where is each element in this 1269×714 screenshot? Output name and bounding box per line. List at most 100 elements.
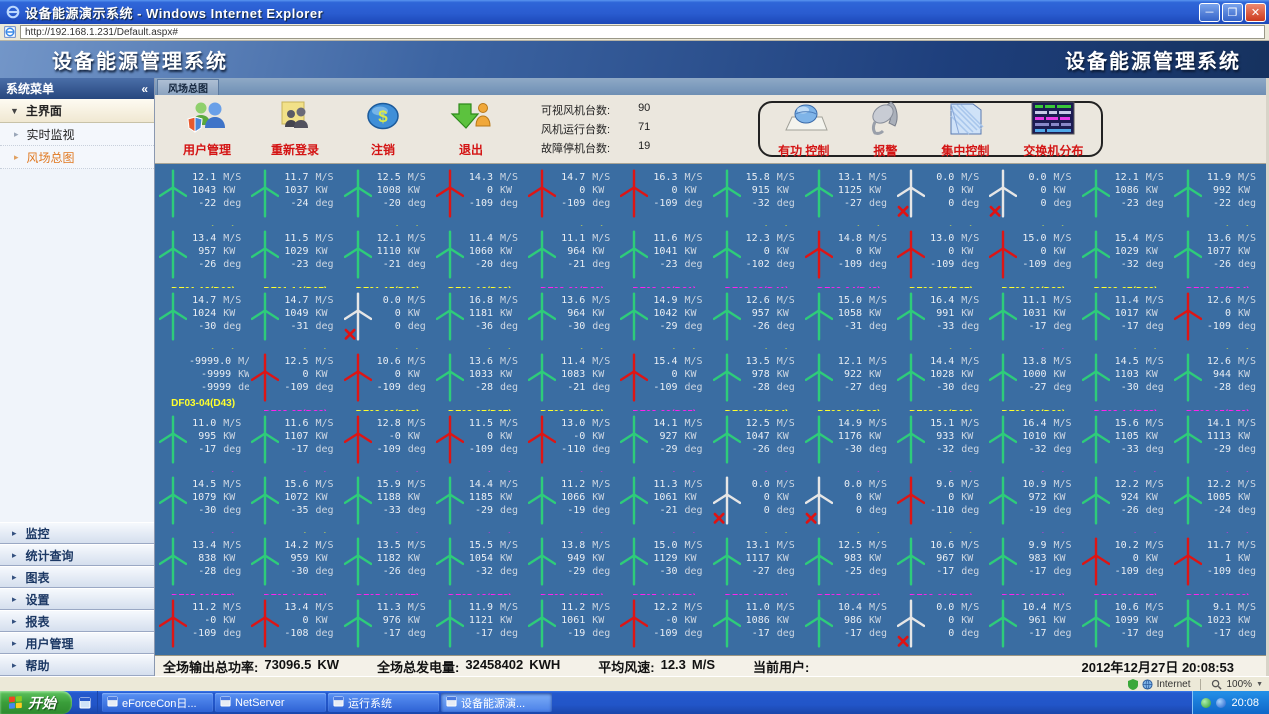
turbine-cell[interactable]: 0.0M/S0KW0degDF02-11(D26) <box>342 288 434 349</box>
turbine-cell[interactable]: 14.3 M/S 0 KW -109 deg <box>434 165 526 226</box>
turbine-cell[interactable]: 13.0M/S-0KW-110degDF04-05(D48) <box>526 411 618 472</box>
sidebar-section-用户管理[interactable]: ▸ 用户管理 <box>0 632 154 654</box>
turbine-cell[interactable]: 12.8M/S-0KW-109degDF04-03(D44) <box>342 411 434 472</box>
toolbar-button-用户管理[interactable]: 用户管理 <box>163 100 251 158</box>
turbine-cell[interactable]: 0.0M/S0KW0degDF05-03(D64) <box>711 472 803 533</box>
turbine-cell[interactable]: 0.0M/S0KW0degDF01-09(D10) <box>895 165 987 226</box>
turbine-cell[interactable]: 11.4M/S1083KW-21degDF03-08(D36) <box>526 349 618 411</box>
turbine-cell[interactable]: 13.0M/S0KW-109degDF02-05(D27) <box>895 226 987 288</box>
turbine-cell[interactable]: 14.7M/S0KW-109degDF01-05(D17) <box>526 165 618 226</box>
turbine-cell[interactable]: 13.1M/S1125KW-27degDF01-08(D14) <box>803 165 895 226</box>
turbine-cell[interactable]: 14.1M/S1113KW-29degDF04-12(D61) <box>1172 411 1264 472</box>
turbine-cell[interactable]: -9999.0 M/S -9999 KW -9999 degDF03-04(D43) <box>157 349 249 410</box>
turbine-cell[interactable]: 15.0M/S1129KW-30degDF05-14(D80) <box>618 533 710 595</box>
turbine-cell[interactable]: 12.2M/S-0KW-109degDF06-10(D92) <box>618 595 710 655</box>
minimize-button[interactable]: － <box>1199 2 1220 22</box>
zoom-dropdown-icon[interactable]: ▼ <box>1256 681 1263 688</box>
turbine-cell[interactable]: 14.9M/S1042KW-29degDF02-14(D04) <box>618 288 710 349</box>
taskbar-button-运行系统[interactable]: 运行系统 <box>328 693 439 712</box>
tray-network-icon[interactable] <box>1201 697 1212 708</box>
quick-launch-icon[interactable] <box>79 697 91 709</box>
turbine-cell[interactable]: 13.6M/S1077KW-26degDF02-08(D24) <box>1172 226 1264 288</box>
taskbar-button-NetServer[interactable]: NetServer <box>215 693 326 712</box>
turbine-cell[interactable]: 10.4M/S961KW-17degDF06-14(D96) <box>987 595 1079 655</box>
turbine-cell[interactable]: 12.5M/S1008KW-20degDF01-03(D19) <box>342 165 434 226</box>
turbine-cell[interactable]: 9.6M/S0KW-110degDF05-05(D62) <box>895 472 987 533</box>
turbine-cell[interactable]: 15.6M/S1105KW-33degDF04-11(D54) <box>1080 411 1172 472</box>
turbine-cell[interactable]: 14.7M/S1049KW-31degDF02-10(D22) <box>249 288 341 349</box>
turbine-cell[interactable]: 11.0M/S995KW-17degDF04-01(D45) <box>157 411 249 472</box>
turbine-cell[interactable]: 13.4M/S838KW-28degDF05-09(D75) <box>157 533 249 595</box>
turbine-cell[interactable]: 11.9M/S992KW-22degDF01-12(D13) <box>1172 165 1264 226</box>
turbine-cell[interactable]: 14.1M/S927KW-29degDF04-06(D49) <box>618 411 710 472</box>
sidebar-section-图表[interactable]: ▸ 图表 <box>0 566 154 588</box>
turbine-cell[interactable]: 11.3M/S1061KW-21degDF05-02(D65) <box>618 472 710 533</box>
turbine-cell[interactable]: 0.0M/S0KW0degDF01-10(D11) <box>987 165 1079 226</box>
start-button[interactable]: 开始 <box>0 691 72 714</box>
toolbar-button-注销[interactable]: $ 注销 <box>339 100 427 158</box>
turbine-cell[interactable]: 12.5M/S1047KW-26degDF04-07(D50) <box>711 411 803 472</box>
turbine-cell[interactable]: 11.0M/S1086KW-17degDF06-11(D93) <box>711 595 803 655</box>
url-field[interactable]: http://192.168.1.231/Default.aspx# <box>20 25 1265 39</box>
turbine-cell[interactable]: 10.6M/S967KW-17degDF06-01(D83) <box>895 533 987 595</box>
turbine-cell[interactable]: 0.0M/S0KW0degDF06-13(D95) <box>895 595 987 655</box>
turbine-cell[interactable]: 13.8M/S949KW-29degDF05-13(D79) <box>526 533 618 595</box>
turbine-cell[interactable]: 15.5M/S1054KW-32degDF05-12(D78) <box>434 533 526 595</box>
turbine-cell[interactable]: 12.2M/S924KW-26degDF05-07(D68) <box>1080 472 1172 533</box>
sidebar-item-实时监视[interactable]: ▸ 实时监视 <box>0 123 154 146</box>
turbine-cell[interactable]: 13.5M/S1182KW-26degDF05-11(D77) <box>342 533 434 595</box>
turbine-cell[interactable]: 11.1M/S1031KW-17degDF03-01(D57) <box>987 288 1079 349</box>
control-button-有功 控制[interactable]: 有功 控制 <box>778 100 829 159</box>
tray-status-icon[interactable] <box>1216 697 1227 708</box>
turbine-cell[interactable]: 11.4M/S1060KW-20degDF01-16(D09) <box>434 226 526 288</box>
turbine-cell[interactable]: 12.1M/S1110KW-21degDF01-15(D08) <box>342 226 434 288</box>
toolbar-button-退出[interactable]: 退出 <box>427 100 515 158</box>
turbine-cell[interactable]: 15.9M/S1188KW-33degDF04-15(D73) <box>342 472 434 533</box>
turbine-cell[interactable]: 12.1 M/S 1086 KW -23 deg <box>1080 165 1172 226</box>
turbine-cell[interactable]: 13.4M/S957KW-26degDF01-13(D06) <box>157 226 249 288</box>
sidebar-section-设置[interactable]: ▸ 设置 <box>0 588 154 610</box>
turbine-cell[interactable]: 10.6M/S1099KW-17degDF06-15(D97) <box>1080 595 1172 655</box>
turbine-cell[interactable]: 11.2M/S1066KW-19degDF05-01(D66) <box>526 472 618 533</box>
turbine-cell[interactable]: 12.6M/S0KW-109degDF03-03(D55) <box>1172 288 1264 349</box>
turbine-cell[interactable]: 11.9M/S1121KW-17degDF06-08(D90) <box>434 595 526 655</box>
turbine-cell[interactable]: 12.3M/S0KW-102degDF02-03(D41) <box>711 226 803 288</box>
turbine-cell[interactable]: 11.5M/S0KW-109degDF04-04(D47) <box>434 411 526 472</box>
turbine-cell[interactable]: 16.4M/S1010KW-32degDF04-10(D53) <box>987 411 1079 472</box>
turbine-cell[interactable]: 12.6M/S957KW-26degDF02-15(D03) <box>711 288 803 349</box>
turbine-cell[interactable]: 16.3 M/S 0 KW -109 deg <box>618 165 710 226</box>
turbine-cell[interactable]: 13.8M/S1000KW-27degDF03-13(D60) <box>987 349 1079 411</box>
turbine-cell[interactable]: 11.7M/S1KW-109degDF06-04(D86) <box>1172 533 1264 595</box>
turbine-cell[interactable]: 15.4M/S0KW-109degDF03-09(D35) <box>618 349 710 411</box>
turbine-cell[interactable]: 11.2M/S-0KW-109degDF06-05(D87) <box>157 595 249 655</box>
turbine-cell[interactable]: 14.5M/S1079KW-30degDF04-13(D71) <box>157 472 249 533</box>
turbine-cell[interactable]: 10.2M/S0KW-109degDF06-03(D85) <box>1080 533 1172 595</box>
turbine-cell[interactable]: 11.7 M/S 1037 KW -24 deg <box>249 165 341 226</box>
sidebar-section-统计查询[interactable]: ▸ 统计查询 <box>0 544 154 566</box>
turbine-cell[interactable]: 15.0 M/S 1058 KW -31 deg <box>803 288 895 349</box>
sidebar-section-报表[interactable]: ▸ 报表 <box>0 610 154 632</box>
turbine-cell[interactable]: 14.8M/S0KW-109degDF02-04(D42) <box>803 226 895 288</box>
close-button[interactable]: ✕ <box>1245 2 1266 22</box>
turbine-cell[interactable]: 15.8M/S915KW-32degDF01-07(D15) <box>711 165 803 226</box>
sidebar-section-帮助[interactable]: ▸ 帮助 <box>0 654 154 676</box>
turbine-cell[interactable]: 13.5M/S978KW-28degDF03-10(D34) <box>711 349 803 411</box>
turbine-cell[interactable]: 12.5M/S0KW-109degDF03-05(D39) <box>249 349 341 411</box>
turbine-cell[interactable]: 10.9M/S972KW-19degDF05-06(D67) <box>987 472 1079 533</box>
turbine-cell[interactable]: 12.6M/S944KW-28degDF03-15(D59) <box>1172 349 1264 411</box>
turbine-cell[interactable]: 15.0M/S0KW-109degDF02-06(D28) <box>987 226 1079 288</box>
turbine-cell[interactable]: 14.5M/S1103KW-30degDF03-14(D58) <box>1080 349 1172 411</box>
turbine-cell[interactable]: 13.4M/S0KW-108degDF06-06(D88) <box>249 595 341 655</box>
sidebar-section-监控[interactable]: ▸ 监控 <box>0 522 154 544</box>
turbine-cell[interactable]: 13.1M/S1117KW-27degDF05-15(D81) <box>711 533 803 595</box>
turbine-cell[interactable]: 16.4M/S991KW-33degDF02-17(D20) <box>895 288 987 349</box>
turbine-cell[interactable]: 12.1M/S1043KW-22degDF01-01(D01) <box>157 165 249 226</box>
turbine-cell[interactable]: 11.2M/S1061KW-19degDF06-09(D91) <box>526 595 618 655</box>
turbine-cell[interactable]: 10.6M/S0KW-109degDF03-06(D38) <box>342 349 434 411</box>
turbine-cell[interactable]: 11.5M/S1029KW-23degDF01-14(D07) <box>249 226 341 288</box>
taskbar-button-设备能源演...[interactable]: 设备能源演... <box>441 693 552 712</box>
turbine-cell[interactable]: 15.1M/S933KW-32degDF04-09(D52) <box>895 411 987 472</box>
collapse-icon[interactable]: « <box>141 82 148 96</box>
control-button-交换机分布[interactable]: 交换机分布 <box>1023 100 1083 159</box>
turbine-cell[interactable]: 0.0M/S0KW0degDF05-04(D63) <box>803 472 895 533</box>
